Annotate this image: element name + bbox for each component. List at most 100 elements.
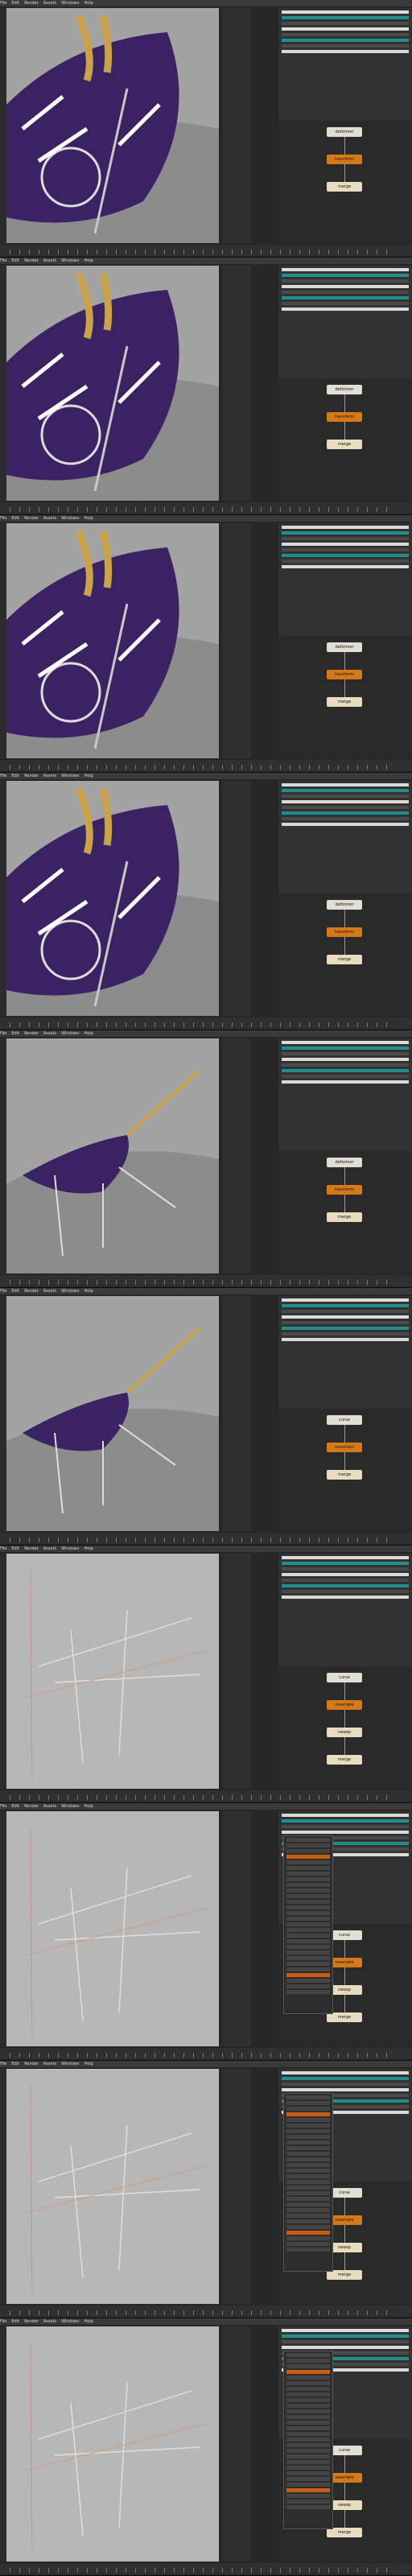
- parameter-column[interactable]: [222, 2069, 251, 2304]
- tab-menu-item[interactable]: [286, 2443, 330, 2447]
- parameter-field[interactable]: [282, 2071, 409, 2074]
- node-network-view[interactable]: deformer transform merge: [278, 1151, 412, 1274]
- tool-shelf[interactable]: [0, 523, 6, 758]
- network-node[interactable]: merge: [327, 1755, 362, 1765]
- tab-menu-item[interactable]: [286, 1945, 330, 1949]
- parameter-field[interactable]: [282, 39, 409, 42]
- tab-menu-item[interactable]: [286, 2494, 330, 2498]
- network-node[interactable]: mountain: [327, 1443, 362, 1452]
- network-node[interactable]: curve: [327, 1415, 362, 1425]
- tab-menu-item[interactable]: [286, 1877, 330, 1881]
- parameter-field[interactable]: [282, 1814, 409, 1817]
- parameter-field[interactable]: [282, 800, 409, 803]
- tab-menu-item[interactable]: [286, 1866, 330, 1870]
- parameter-panel[interactable]: [278, 1296, 412, 1409]
- tab-menu-item[interactable]: [286, 1922, 330, 1926]
- tab-menu-item[interactable]: [286, 2107, 330, 2111]
- tab-menu-item[interactable]: [286, 2140, 330, 2145]
- parameter-column[interactable]: [222, 1296, 251, 1531]
- menu-item[interactable]: Render: [24, 1803, 39, 1810]
- parameter-column[interactable]: [222, 1811, 251, 2046]
- tool-shelf[interactable]: [0, 1038, 6, 1274]
- tab-menu-item[interactable]: [286, 2376, 330, 2380]
- tool-shelf[interactable]: [0, 2326, 6, 2562]
- node-network-view[interactable]: deformer transform merge: [278, 636, 412, 758]
- network-node[interactable]: deformer: [327, 385, 362, 394]
- tab-menu-item[interactable]: [286, 2415, 330, 2419]
- parameter-field[interactable]: [282, 2083, 409, 2086]
- parameter-field[interactable]: [282, 1584, 409, 1587]
- tab-menu-item[interactable]: [286, 1962, 330, 1966]
- menu-item[interactable]: Windows: [61, 1030, 79, 1037]
- 3d-viewport[interactable]: [6, 781, 219, 1016]
- tab-menu-item[interactable]: [286, 1951, 330, 1955]
- tab-menu-item[interactable]: [286, 2404, 330, 2408]
- network-node[interactable]: transform: [327, 927, 362, 937]
- menu-item[interactable]: Assets: [43, 1030, 56, 1037]
- tab-menu-item[interactable]: [286, 2214, 330, 2218]
- tab-menu[interactable]: [283, 1835, 333, 2014]
- menu-item[interactable]: Edit: [11, 773, 19, 779]
- parameter-column[interactable]: [222, 523, 251, 758]
- parameter-field[interactable]: [282, 22, 409, 25]
- tab-menu-item[interactable]: [286, 2477, 330, 2481]
- parameter-field[interactable]: [282, 1298, 409, 1302]
- network-node[interactable]: transform: [327, 670, 362, 679]
- tab-menu-item[interactable]: [286, 2454, 330, 2458]
- parameter-field[interactable]: [282, 2077, 409, 2080]
- parameter-field[interactable]: [282, 1069, 409, 1072]
- parameter-field[interactable]: [282, 1573, 409, 1576]
- menu-item[interactable]: Help: [84, 1803, 93, 1810]
- tab-menu-item[interactable]: [286, 1889, 330, 1893]
- network-node[interactable]: merge: [327, 1470, 362, 1480]
- tab-menu-item[interactable]: [286, 2500, 330, 2504]
- parameter-field[interactable]: [282, 1052, 409, 1055]
- menu-item[interactable]: Windows: [61, 1288, 79, 1294]
- tab-menu-item[interactable]: [286, 2449, 330, 2453]
- tab-menu-item[interactable]: [286, 1928, 330, 1932]
- network-node[interactable]: deformer: [327, 1158, 362, 1167]
- menu-item[interactable]: Assets: [43, 1288, 56, 1294]
- tab-menu-item[interactable]: [286, 2466, 330, 2470]
- timeline-bar[interactable]: [0, 1018, 412, 1029]
- tab-menu-item[interactable]: [286, 1911, 330, 1915]
- parameter-field[interactable]: [282, 2340, 409, 2343]
- menu-item[interactable]: Render: [24, 773, 39, 779]
- 3d-viewport[interactable]: [6, 1554, 219, 1789]
- network-node[interactable]: transform: [327, 1185, 362, 1195]
- timeline-bar[interactable]: [0, 2048, 412, 2059]
- 3d-viewport[interactable]: [6, 1811, 219, 2046]
- tab-menu-item[interactable]: [286, 2353, 330, 2357]
- menu-item[interactable]: Help: [84, 1288, 93, 1294]
- menu-item[interactable]: Windows: [61, 1546, 79, 1552]
- tab-menu-item[interactable]: [286, 2135, 330, 2139]
- tab-menu-item[interactable]: [286, 1984, 330, 1988]
- 3d-viewport[interactable]: [6, 1296, 219, 1531]
- tab-menu-item[interactable]: [286, 1843, 330, 1847]
- timeline-bar[interactable]: [0, 2306, 412, 2317]
- parameter-field[interactable]: [282, 44, 409, 47]
- menu-item[interactable]: Assets: [43, 2061, 56, 2067]
- menu-item[interactable]: Assets: [43, 773, 56, 779]
- parameter-field[interactable]: [282, 789, 409, 792]
- parameter-field[interactable]: [282, 10, 409, 14]
- parameter-field[interactable]: [282, 302, 409, 305]
- tab-menu-item[interactable]: [286, 1872, 330, 1876]
- node-network-view[interactable]: curve resample sweep merge: [278, 1666, 412, 1789]
- parameter-field[interactable]: [282, 1063, 409, 1067]
- tab-menu-item[interactable]: [286, 1855, 330, 1859]
- tool-shelf[interactable]: [0, 1296, 6, 1531]
- network-node[interactable]: deformer: [327, 642, 362, 652]
- tab-menu-item[interactable]: [286, 2186, 330, 2190]
- tab-menu[interactable]: [283, 2093, 333, 2272]
- network-node[interactable]: deformer: [327, 900, 362, 910]
- parameter-field[interactable]: [282, 1596, 409, 1599]
- tab-menu-item[interactable]: [286, 2248, 330, 2252]
- parameter-field[interactable]: [282, 783, 409, 786]
- tab-menu-item[interactable]: [286, 2174, 330, 2178]
- node-network-view[interactable]: deformer transform merge: [278, 121, 412, 243]
- menu-item[interactable]: Assets: [43, 258, 56, 264]
- menu-item[interactable]: File: [0, 1546, 6, 1552]
- network-node[interactable]: merge: [327, 182, 362, 192]
- network-node[interactable]: curve: [327, 1673, 362, 1682]
